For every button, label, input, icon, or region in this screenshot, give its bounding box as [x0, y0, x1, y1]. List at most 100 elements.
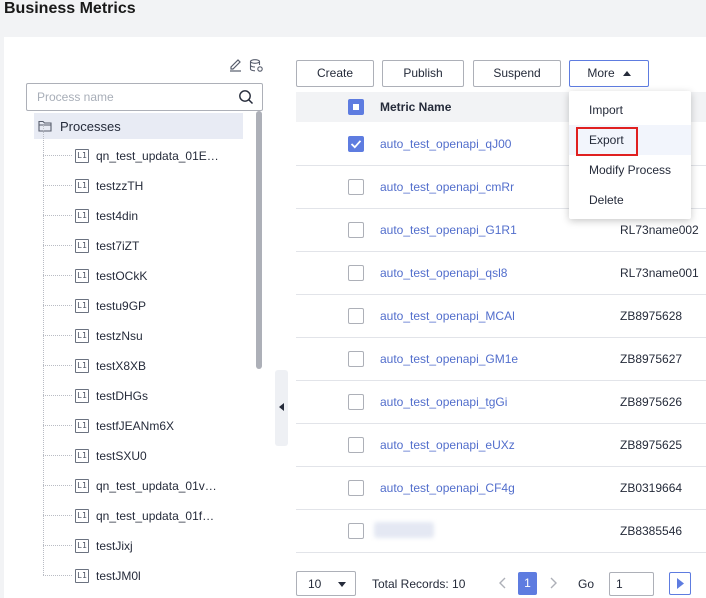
tree-item[interactable]: L1 testu9GP — [34, 275, 249, 321]
tree-connector — [43, 545, 44, 575]
tree-connector — [43, 275, 44, 305]
row-checkbox[interactable] — [348, 394, 364, 410]
tree-connector — [43, 575, 72, 576]
level-node-icon: L1 — [75, 389, 89, 403]
tree-connector — [43, 155, 44, 185]
tree-connector — [43, 425, 44, 455]
column-metric-name: Metric Name — [380, 100, 452, 114]
edit-icon[interactable] — [228, 58, 243, 73]
tree-connector — [43, 305, 72, 306]
table-row[interactable]: auto_test_openapi_GM1e ZB8975627 — [296, 338, 706, 381]
more-dropdown-menu: Import Export Modify Process Delete — [569, 91, 691, 219]
level-node-icon: L1 — [75, 569, 89, 583]
table-row[interactable]: auto_test_openapi_eUXz ZB8975625 — [296, 424, 706, 467]
row-checkbox[interactable] — [348, 222, 364, 238]
tree-item[interactable]: L1 testfJEANm6X — [34, 395, 249, 441]
goto-page-input[interactable] — [610, 573, 650, 595]
level-node-icon: L1 — [75, 299, 89, 313]
page-title: Business Metrics — [4, 0, 136, 17]
tree-item-label: testzNsu — [96, 329, 143, 343]
tree-item[interactable]: L1 testSXU0 — [34, 425, 249, 471]
row-checkbox[interactable] — [348, 136, 364, 152]
tree-root-processes[interactable]: Processes — [34, 113, 243, 139]
more-button[interactable]: More — [569, 60, 649, 87]
metric-name-link[interactable]: auto_test_openapi_eUXz — [380, 438, 515, 452]
row-checkbox[interactable] — [348, 523, 364, 539]
tree-scrollbar[interactable] — [256, 111, 262, 369]
table-row[interactable]: auto_test_openapi_tgGi ZB8975626 — [296, 381, 706, 424]
tree-item-label: testJixj — [96, 539, 133, 553]
metric-code: ZB8975627 — [620, 352, 683, 366]
tree-item-label: testzzTH — [96, 179, 144, 193]
tree-item-label: qn_test_updata_01E… — [96, 149, 219, 163]
publish-button[interactable]: Publish — [382, 60, 464, 87]
menu-item-modify-process[interactable]: Modify Process — [569, 155, 691, 185]
go-button[interactable] — [669, 572, 691, 595]
tree-connector — [43, 455, 72, 456]
page-size-select[interactable]: 10 — [296, 571, 356, 596]
tree-item[interactable]: L1 test4din — [34, 185, 249, 231]
next-page-icon[interactable] — [548, 577, 558, 589]
menu-item-delete[interactable]: Delete — [569, 185, 691, 215]
redacted-name — [374, 522, 434, 538]
row-checkbox[interactable] — [348, 265, 364, 281]
tree-item[interactable]: L1 test7iZT — [34, 215, 249, 261]
tree-connector — [43, 425, 72, 426]
table-row[interactable]: auto_test_openapi_qsl8 RL73name001 — [296, 252, 706, 295]
menu-item-export[interactable]: Export — [569, 125, 691, 156]
row-checkbox[interactable] — [348, 308, 364, 324]
metric-name-link[interactable]: auto_test_openapi_G1R1 — [380, 223, 517, 237]
go-label: Go — [578, 577, 595, 591]
metric-name-link[interactable]: auto_test_openapi_CF4g — [380, 481, 515, 495]
tree-item[interactable]: L1 testJixj — [34, 515, 249, 561]
suspend-button[interactable]: Suspend — [473, 60, 561, 87]
table-row[interactable]: auto_test_openapi_CF4g ZB0319664 — [296, 467, 706, 510]
tree-item[interactable]: L1 testDHGs — [34, 365, 249, 411]
tree-item[interactable]: L1 testJM0l — [34, 545, 249, 591]
metric-name-link[interactable]: auto_test_openapi_tgGi — [380, 395, 507, 409]
tree-item-label: qn_test_updata_01f… — [96, 509, 215, 523]
tree-connector — [43, 335, 44, 365]
tree-item-label: testOCkK — [96, 269, 148, 283]
select-all-checkbox[interactable] — [348, 99, 364, 115]
tree-connector — [43, 395, 72, 396]
process-search-input[interactable] — [27, 84, 227, 110]
table-row[interactable]: auto_test_openapi_MCAl ZB8975628 — [296, 295, 706, 338]
metric-name-link[interactable]: auto_test_openapi_GM1e — [380, 352, 518, 366]
metric-name-link[interactable]: auto_test_openapi_qJ00 — [380, 137, 511, 151]
tree-item[interactable]: L1 qn_test_updata_01f… — [34, 485, 249, 531]
tree-root-label: Processes — [60, 118, 121, 134]
current-page-button[interactable]: 1 — [518, 572, 537, 595]
tree-item[interactable]: L1 qn_test_updata_01E… — [34, 125, 249, 171]
collapse-pane-handle[interactable] — [275, 370, 288, 446]
tree-item-label: testSXU0 — [96, 449, 147, 463]
level-node-icon: L1 — [75, 239, 89, 253]
caret-up-icon — [622, 71, 631, 76]
tree-connector — [43, 185, 44, 215]
metric-name-link[interactable]: auto_test_openapi_MCAl — [380, 309, 515, 323]
row-checkbox[interactable] — [348, 437, 364, 453]
tree-connector — [43, 245, 44, 275]
menu-item-import[interactable]: Import — [569, 95, 691, 125]
row-checkbox[interactable] — [348, 179, 364, 195]
metric-name-link[interactable]: auto_test_openapi_cmRr — [380, 180, 514, 194]
search-icon[interactable] — [238, 89, 254, 105]
table-row[interactable]: ZB8385546 — [296, 510, 706, 553]
tree-item[interactable]: L1 qn_test_updata_01v… — [34, 455, 249, 501]
prev-page-icon[interactable] — [498, 577, 508, 589]
tree-connector — [43, 395, 44, 425]
row-checkbox[interactable] — [348, 480, 364, 496]
metric-code: RL73name001 — [620, 266, 699, 280]
tree-item[interactable]: L1 testzzTH — [34, 155, 249, 201]
create-button[interactable]: Create — [296, 60, 374, 87]
metric-code: RL73name002 — [620, 223, 699, 237]
tree-item[interactable]: L1 testOCkK — [34, 245, 249, 291]
tree-connector — [43, 185, 72, 186]
database-settings-icon[interactable] — [249, 58, 264, 73]
metric-name-link[interactable]: auto_test_openapi_qsl8 — [380, 266, 507, 280]
row-checkbox[interactable] — [348, 351, 364, 367]
folder-icon — [38, 120, 52, 132]
tree-item[interactable]: L1 testX8XB — [34, 335, 249, 381]
tree-item[interactable]: L1 testzNsu — [34, 305, 249, 351]
metric-code: ZB8385546 — [620, 524, 683, 538]
